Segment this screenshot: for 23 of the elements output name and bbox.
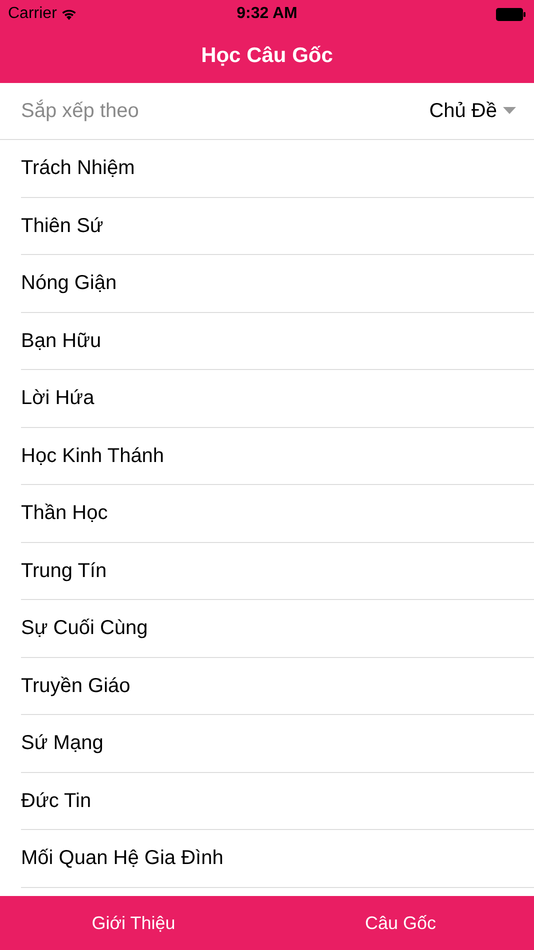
carrier-label: Carrier [8, 4, 57, 24]
screen-title: Học Câu Gốc [201, 42, 333, 69]
topic-list-item[interactable]: Sự Cuối Cùng [21, 600, 534, 658]
battery-icon [496, 8, 526, 20]
topic-list-item[interactable]: Thiên Sứ [21, 198, 534, 255]
caret-icon [503, 107, 516, 115]
tab-button[interactable]: Câu Gốc [267, 908, 534, 938]
topic-list-item[interactable]: Trách Nhiệm [21, 140, 534, 198]
sort-dropdown[interactable]: Chủ Đề [429, 96, 516, 126]
topic-list-item[interactable]: Lời Hứa [21, 370, 534, 428]
wifi-icon [60, 8, 77, 20]
topic-list-item[interactable]: Trung Tín [21, 542, 534, 600]
topic-list-item[interactable]: Nóng Giận [21, 255, 534, 312]
clock-time: 9:32 AM [236, 4, 298, 24]
topic-list-item[interactable]: Truyền Giáo [21, 658, 534, 715]
topic-list-item[interactable]: Thần Học [21, 485, 534, 542]
topic-list-item[interactable]: Đức Tin [21, 772, 534, 830]
topic-list-item[interactable]: Bạn Hữu [21, 312, 534, 370]
sort-label: Sắp xếp theo [21, 98, 139, 124]
topic-list-item[interactable]: Mối Quan Hệ Gia Đình [21, 830, 534, 888]
topic-list-item[interactable]: Học Kinh Thánh [21, 428, 534, 485]
topic-list-item[interactable]: Sứ Mạng [21, 715, 534, 772]
tab-button[interactable]: Giới Thiệu [0, 908, 267, 938]
